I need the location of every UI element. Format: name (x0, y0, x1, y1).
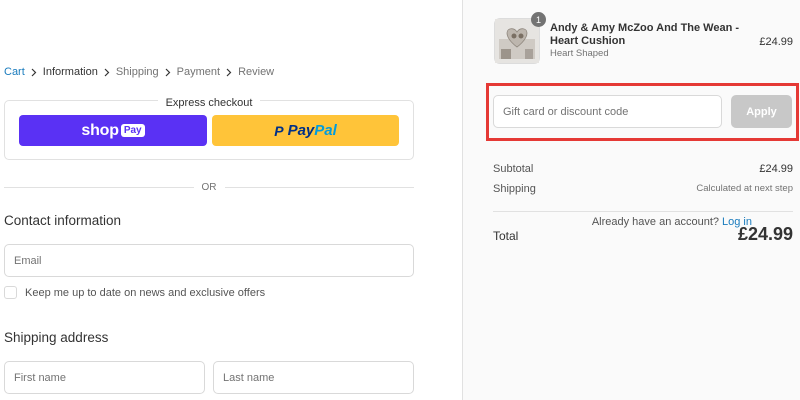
newsletter-label: Keep me up to date on news and exclusive… (25, 286, 266, 299)
or-divider: OR (4, 180, 414, 194)
subtotal-row: Subtotal £24.99 (493, 163, 793, 175)
paypal-button[interactable]: P Pay Pal (212, 115, 399, 146)
total-label: Total (493, 229, 519, 243)
email-field[interactable] (4, 244, 414, 277)
divider-line (224, 186, 414, 188)
breadcrumb-shipping: Shipping (115, 66, 159, 78)
express-checkout: Express checkout shop Pay P Pay Pal (4, 97, 414, 160)
product-variant: Heart Shaped (550, 48, 609, 59)
summary-divider (493, 211, 793, 212)
email-input[interactable] (14, 254, 413, 267)
cushion-image (495, 19, 539, 63)
shipping-address-heading: Shipping address (4, 330, 109, 345)
shipping-value: Calculated at next step (696, 183, 793, 194)
first-name-field[interactable] (4, 361, 205, 394)
shop-pay-badge: Pay (120, 124, 145, 137)
breadcrumb-review: Review (238, 66, 275, 78)
newsletter-option: Keep me up to date on news and exclusive… (4, 286, 265, 299)
account-prompt: Already have an account? Log in (592, 216, 752, 228)
shop-pay-button[interactable]: shop Pay (19, 115, 207, 146)
divider-line (4, 186, 194, 188)
newsletter-checkbox[interactable] (4, 286, 17, 299)
or-text: OR (201, 181, 217, 193)
last-name-input[interactable] (223, 371, 413, 384)
apply-button[interactable]: Apply (731, 95, 792, 128)
paypal-logo-pay: Pay (287, 122, 315, 139)
shop-pay-logo-text: shop (81, 121, 119, 139)
paypal-icon: P (274, 122, 284, 139)
quantity-badge: 1 (531, 12, 546, 27)
account-prompt-text: Already have an account? (591, 216, 720, 228)
subtotal-label: Subtotal (493, 163, 534, 175)
breadcrumb: Cart Information Shipping Payment Review (4, 66, 274, 78)
last-name-field[interactable] (213, 361, 414, 394)
first-name-input[interactable] (14, 371, 204, 384)
discount-code-input[interactable] (503, 105, 721, 118)
subtotal-value: £24.99 (759, 163, 793, 175)
chevron-right-icon (165, 68, 171, 77)
product-price: £24.99 (759, 36, 793, 48)
contact-information-heading: Contact information (4, 213, 122, 228)
shipping-row: Shipping Calculated at next step (493, 183, 793, 195)
total-value: £24.99 (737, 224, 793, 244)
chevron-right-icon (31, 68, 37, 77)
shipping-label: Shipping (493, 183, 536, 195)
product-title: Andy & Amy McZoo And The Wean - Heart Cu… (550, 22, 740, 47)
breadcrumb-payment: Payment (176, 66, 221, 78)
express-checkout-title: Express checkout (157, 97, 261, 109)
breadcrumb-cart[interactable]: Cart (4, 66, 25, 78)
breadcrumb-information: Information (42, 66, 98, 78)
discount-code-field[interactable] (493, 95, 722, 128)
chevron-right-icon (226, 68, 232, 77)
chevron-right-icon (104, 68, 110, 77)
paypal-logo-pal: Pal (314, 122, 337, 139)
product-thumbnail: 1 (494, 12, 546, 64)
